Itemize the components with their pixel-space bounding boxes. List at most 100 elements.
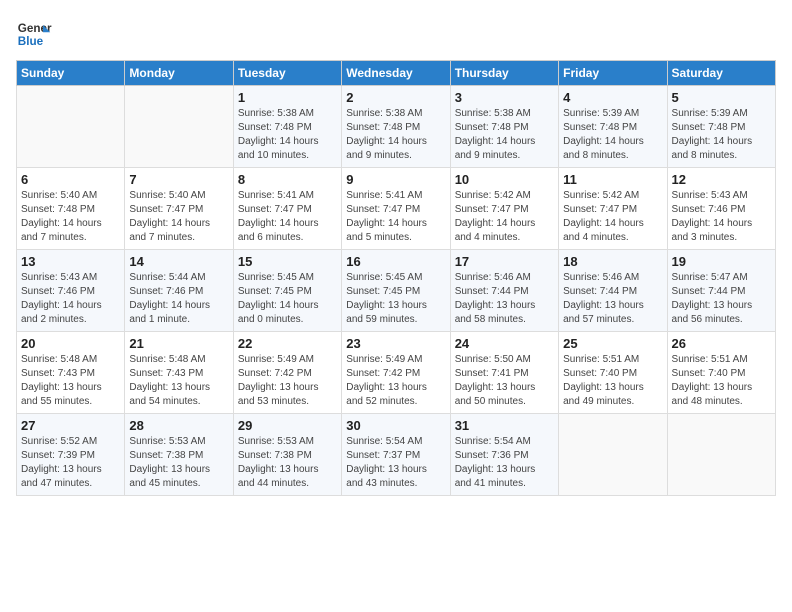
day-info: Sunrise: 5:38 AM Sunset: 7:48 PM Dayligh… xyxy=(238,107,337,163)
day-number: 19 xyxy=(672,254,771,269)
logo-icon: General Blue xyxy=(16,16,52,52)
day-info: Sunrise: 5:45 AM Sunset: 7:45 PM Dayligh… xyxy=(346,271,445,327)
calendar-cell: 13Sunrise: 5:43 AM Sunset: 7:46 PM Dayli… xyxy=(17,250,125,332)
calendar-cell: 1 Sunrise: 5:38 AM Sunset: 7:48 PM Daylig… xyxy=(233,86,341,168)
day-number: 11 xyxy=(563,172,662,187)
day-number: 15 xyxy=(238,254,337,269)
calendar-cell: 19 Sunrise: 5:47 AM Sunset: 7:44 PM Dayli… xyxy=(667,250,775,332)
calendar-cell: 31 Sunrise: 5:54 AM Sunset: 7:36 PM Dayli… xyxy=(450,414,558,496)
day-number: 14 xyxy=(129,254,228,269)
day-info: Sunrise: 5:48 AM Sunset: 7:43 PM Dayligh… xyxy=(129,353,228,409)
day-number: 3 xyxy=(455,90,554,105)
calendar-cell: 6 Sunrise: 5:40 AM Sunset: 7:48 PM Daylig… xyxy=(17,168,125,250)
calendar-cell: 3 Sunrise: 5:38 AM Sunset: 7:48 PM Daylig… xyxy=(450,86,558,168)
day-info: Sunrise: 5:54 AM Sunset: 7:36 PM Dayligh… xyxy=(455,435,554,491)
calendar-cell: 22 Sunrise: 5:49 AM Sunset: 7:42 PM Dayli… xyxy=(233,332,341,414)
calendar-week-5: 27 Sunrise: 5:52 AM Sunset: 7:39 PM Dayli… xyxy=(17,414,776,496)
day-number: 1 xyxy=(238,90,337,105)
calendar-week-4: 20 Sunrise: 5:48 AM Sunset: 7:43 PM Dayli… xyxy=(17,332,776,414)
calendar-cell: 16 Sunrise: 5:45 AM Sunset: 7:45 PM Dayli… xyxy=(342,250,450,332)
day-info: Sunrise: 5:41 AM Sunset: 7:47 PM Dayligh… xyxy=(238,189,337,245)
day-info: Sunrise: 5:52 AM Sunset: 7:39 PM Dayligh… xyxy=(21,435,120,491)
day-number: 28 xyxy=(129,418,228,433)
day-number: 18 xyxy=(563,254,662,269)
day-info: Sunrise: 5:38 AM Sunset: 7:48 PM Dayligh… xyxy=(346,107,445,163)
header-thursday: Thursday xyxy=(450,61,558,86)
day-number: 22 xyxy=(238,336,337,351)
day-info: Sunrise: 5:48 AM Sunset: 7:43 PM Dayligh… xyxy=(21,353,120,409)
calendar-cell xyxy=(559,414,667,496)
day-number: 5 xyxy=(672,90,771,105)
calendar-cell: 24Sunrise: 5:50 AM Sunset: 7:41 PM Dayli… xyxy=(450,332,558,414)
calendar-week-3: 13Sunrise: 5:43 AM Sunset: 7:46 PM Dayli… xyxy=(17,250,776,332)
calendar-week-2: 6 Sunrise: 5:40 AM Sunset: 7:48 PM Daylig… xyxy=(17,168,776,250)
day-number: 13 xyxy=(21,254,120,269)
day-info: Sunrise: 5:38 AM Sunset: 7:48 PM Dayligh… xyxy=(455,107,554,163)
calendar-cell: 27 Sunrise: 5:52 AM Sunset: 7:39 PM Dayli… xyxy=(17,414,125,496)
calendar-cell: 29Sunrise: 5:53 AM Sunset: 7:38 PM Dayli… xyxy=(233,414,341,496)
day-number: 31 xyxy=(455,418,554,433)
day-number: 16 xyxy=(346,254,445,269)
day-info: Sunrise: 5:49 AM Sunset: 7:42 PM Dayligh… xyxy=(346,353,445,409)
day-info: Sunrise: 5:40 AM Sunset: 7:48 PM Dayligh… xyxy=(21,189,120,245)
header-wednesday: Wednesday xyxy=(342,61,450,86)
calendar-cell: 14Sunrise: 5:44 AM Sunset: 7:46 PM Dayli… xyxy=(125,250,233,332)
calendar-cell: 23 Sunrise: 5:49 AM Sunset: 7:42 PM Dayli… xyxy=(342,332,450,414)
calendar-cell: 17 Sunrise: 5:46 AM Sunset: 7:44 PM Dayli… xyxy=(450,250,558,332)
day-info: Sunrise: 5:47 AM Sunset: 7:44 PM Dayligh… xyxy=(672,271,771,327)
page-header: General Blue xyxy=(16,16,776,52)
svg-text:General: General xyxy=(18,22,52,35)
day-number: 30 xyxy=(346,418,445,433)
day-number: 25 xyxy=(563,336,662,351)
day-info: Sunrise: 5:51 AM Sunset: 7:40 PM Dayligh… xyxy=(563,353,662,409)
calendar-cell: 21 Sunrise: 5:48 AM Sunset: 7:43 PM Dayli… xyxy=(125,332,233,414)
header-sunday: Sunday xyxy=(17,61,125,86)
day-number: 24 xyxy=(455,336,554,351)
calendar-week-1: 1 Sunrise: 5:38 AM Sunset: 7:48 PM Daylig… xyxy=(17,86,776,168)
calendar-cell: 12 Sunrise: 5:43 AM Sunset: 7:46 PM Dayli… xyxy=(667,168,775,250)
svg-text:Blue: Blue xyxy=(18,35,44,48)
calendar-cell: 20 Sunrise: 5:48 AM Sunset: 7:43 PM Dayli… xyxy=(17,332,125,414)
calendar-cell: 7 Sunrise: 5:40 AM Sunset: 7:47 PM Daylig… xyxy=(125,168,233,250)
calendar-table: SundayMondayTuesdayWednesdayThursdayFrid… xyxy=(16,60,776,496)
day-number: 7 xyxy=(129,172,228,187)
day-number: 26 xyxy=(672,336,771,351)
calendar-cell: 18 Sunrise: 5:46 AM Sunset: 7:44 PM Dayli… xyxy=(559,250,667,332)
calendar-cell: 9 Sunrise: 5:41 AM Sunset: 7:47 PM Daylig… xyxy=(342,168,450,250)
calendar-cell: 30Sunrise: 5:54 AM Sunset: 7:37 PM Dayli… xyxy=(342,414,450,496)
calendar-header-row: SundayMondayTuesdayWednesdayThursdayFrid… xyxy=(17,61,776,86)
day-number: 21 xyxy=(129,336,228,351)
day-number: 27 xyxy=(21,418,120,433)
day-number: 23 xyxy=(346,336,445,351)
day-info: Sunrise: 5:41 AM Sunset: 7:47 PM Dayligh… xyxy=(346,189,445,245)
header-saturday: Saturday xyxy=(667,61,775,86)
day-number: 12 xyxy=(672,172,771,187)
day-number: 17 xyxy=(455,254,554,269)
day-number: 6 xyxy=(21,172,120,187)
day-info: Sunrise: 5:42 AM Sunset: 7:47 PM Dayligh… xyxy=(563,189,662,245)
header-tuesday: Tuesday xyxy=(233,61,341,86)
calendar-cell xyxy=(667,414,775,496)
day-info: Sunrise: 5:40 AM Sunset: 7:47 PM Dayligh… xyxy=(129,189,228,245)
day-info: Sunrise: 5:46 AM Sunset: 7:44 PM Dayligh… xyxy=(455,271,554,327)
day-number: 2 xyxy=(346,90,445,105)
day-number: 4 xyxy=(563,90,662,105)
calendar-cell xyxy=(17,86,125,168)
day-info: Sunrise: 5:39 AM Sunset: 7:48 PM Dayligh… xyxy=(672,107,771,163)
day-info: Sunrise: 5:49 AM Sunset: 7:42 PM Dayligh… xyxy=(238,353,337,409)
day-number: 20 xyxy=(21,336,120,351)
calendar-cell: 10 Sunrise: 5:42 AM Sunset: 7:47 PM Dayli… xyxy=(450,168,558,250)
day-info: Sunrise: 5:45 AM Sunset: 7:45 PM Dayligh… xyxy=(238,271,337,327)
day-info: Sunrise: 5:46 AM Sunset: 7:44 PM Dayligh… xyxy=(563,271,662,327)
calendar-cell: 28 Sunrise: 5:53 AM Sunset: 7:38 PM Dayli… xyxy=(125,414,233,496)
header-friday: Friday xyxy=(559,61,667,86)
day-info: Sunrise: 5:53 AM Sunset: 7:38 PM Dayligh… xyxy=(129,435,228,491)
calendar-cell: 8Sunrise: 5:41 AM Sunset: 7:47 PM Daylig… xyxy=(233,168,341,250)
day-info: Sunrise: 5:42 AM Sunset: 7:47 PM Dayligh… xyxy=(455,189,554,245)
day-number: 10 xyxy=(455,172,554,187)
day-info: Sunrise: 5:51 AM Sunset: 7:40 PM Dayligh… xyxy=(672,353,771,409)
day-number: 9 xyxy=(346,172,445,187)
day-info: Sunrise: 5:43 AM Sunset: 7:46 PM Dayligh… xyxy=(672,189,771,245)
calendar-cell: 26 Sunrise: 5:51 AM Sunset: 7:40 PM Dayli… xyxy=(667,332,775,414)
calendar-cell: 11 Sunrise: 5:42 AM Sunset: 7:47 PM Dayli… xyxy=(559,168,667,250)
